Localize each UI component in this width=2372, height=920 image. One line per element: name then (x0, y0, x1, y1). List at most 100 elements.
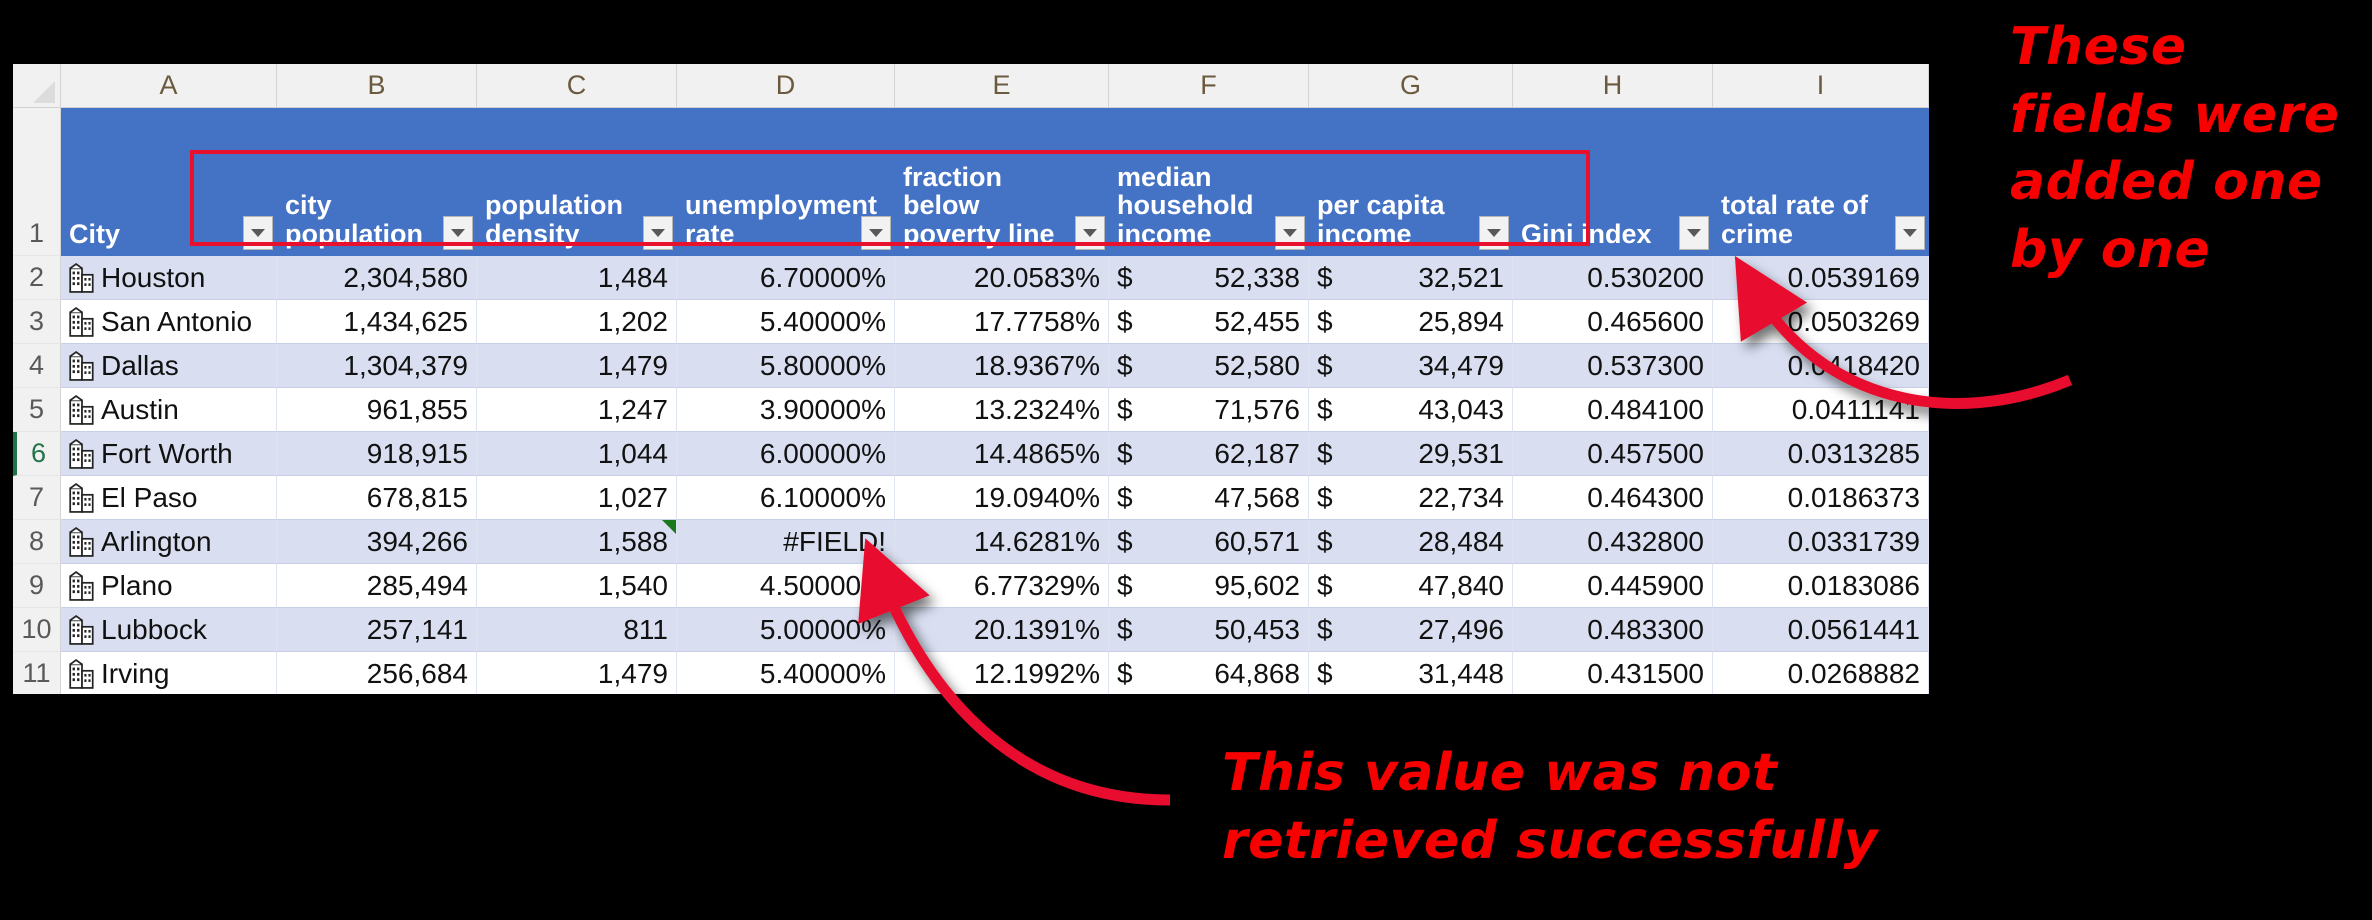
filter-dropdown-icon-median-household-income[interactable] (1275, 216, 1305, 250)
cell-gini-index[interactable]: 0.484100 (1513, 388, 1713, 432)
header-cell-population-density[interactable]: population density (477, 108, 677, 256)
cell-total-rate-of-crime[interactable]: 0.0418420 (1713, 344, 1929, 388)
cell-population-density[interactable]: 1,484 (477, 256, 677, 300)
header-cell-city[interactable]: City (61, 108, 277, 256)
cell-unemployment-rate-error[interactable]: #FIELD! (677, 520, 895, 564)
cell-unemployment-rate[interactable]: 5.00000% (677, 608, 895, 652)
cell-poverty[interactable]: 12.1992% (895, 652, 1109, 694)
column-header-e[interactable]: E (895, 64, 1109, 108)
table-row[interactable]: 8 Arlington 394,266 1,588 #FIELD! 14.6281% $60… (13, 520, 1929, 564)
cell-total-rate-of-crime[interactable]: 0.0503269 (1713, 300, 1929, 344)
cell-per-capita-income[interactable]: $29,531 (1309, 432, 1513, 476)
column-header-h[interactable]: H (1513, 64, 1713, 108)
cell-gini-index[interactable]: 0.464300 (1513, 476, 1713, 520)
cell-unemployment-rate[interactable]: 5.40000% (677, 652, 895, 694)
cell-city[interactable]: Plano (61, 564, 277, 608)
header-cell-unemployment-rate[interactable]: unemployment rate (677, 108, 895, 256)
filter-dropdown-icon-gini-index[interactable] (1679, 216, 1709, 250)
table-row[interactable]: 10 Lubbock 257,141 811 5.00000% 20.1391% $50,4… (13, 608, 1929, 652)
table-row[interactable]: 6 Fort Worth 918,915 1,044 6.00000% 14.4865% $… (13, 432, 1929, 476)
cell-median-household-income[interactable]: $52,455 (1109, 300, 1309, 344)
cell-city[interactable]: El Paso (61, 476, 277, 520)
cell-per-capita-income[interactable]: $34,479 (1309, 344, 1513, 388)
header-cell-median-household-income[interactable]: median household income (1109, 108, 1309, 256)
cell-per-capita-income[interactable]: $22,734 (1309, 476, 1513, 520)
table-row[interactable]: 9 Plano 285,494 1,540 4.50000% 6.77329% $95,60… (13, 564, 1929, 608)
cell-city[interactable]: Houston (61, 256, 277, 300)
cell-per-capita-income[interactable]: $43,043 (1309, 388, 1513, 432)
row-number[interactable]: 7 (13, 476, 61, 520)
cell-population-density[interactable]: 1,247 (477, 388, 677, 432)
cell-per-capita-income[interactable]: $47,840 (1309, 564, 1513, 608)
cell-total-rate-of-crime[interactable]: 0.0411141 (1713, 388, 1929, 432)
cell-per-capita-income[interactable]: $32,521 (1309, 256, 1513, 300)
cell-city[interactable]: San Antonio (61, 300, 277, 344)
cell-population-density[interactable]: 1,202 (477, 300, 677, 344)
cell-poverty[interactable]: 14.4865% (895, 432, 1109, 476)
column-header-c[interactable]: C (477, 64, 677, 108)
cell-gini-index[interactable]: 0.431500 (1513, 652, 1713, 694)
table-row[interactable]: 2 Houston 2,304,580 1,484 6.70000% 20.0583% $5… (13, 256, 1929, 300)
cell-city[interactable]: Dallas (61, 344, 277, 388)
cell-poverty[interactable]: 13.2324% (895, 388, 1109, 432)
cell-population-density[interactable]: 1,027 (477, 476, 677, 520)
table-row[interactable]: 11 Irving 256,684 1,479 5.40000% 12.1992% $64,… (13, 652, 1929, 694)
cell-city-population[interactable]: 285,494 (277, 564, 477, 608)
header-cell-per-capita-income[interactable]: per capita income (1309, 108, 1513, 256)
filter-dropdown-icon-city-population[interactable] (443, 216, 473, 250)
cell-city[interactable]: Lubbock (61, 608, 277, 652)
table-row[interactable]: 4 Dallas 1,304,379 1,479 5.80000% 18.9367% $52… (13, 344, 1929, 388)
cell-median-household-income[interactable]: $47,568 (1109, 476, 1309, 520)
cell-unemployment-rate[interactable]: 5.80000% (677, 344, 895, 388)
row-number-1[interactable]: 1 (13, 108, 61, 256)
cell-gini-index[interactable]: 0.457500 (1513, 432, 1713, 476)
cell-city-population[interactable]: 2,304,580 (277, 256, 477, 300)
cell-population-density[interactable]: 1,044 (477, 432, 677, 476)
filter-dropdown-icon-unemployment-rate[interactable] (861, 216, 891, 250)
cell-unemployment-rate[interactable]: 6.00000% (677, 432, 895, 476)
cell-per-capita-income[interactable]: $31,448 (1309, 652, 1513, 694)
cell-population-density[interactable]: 1,479 (477, 344, 677, 388)
column-header-d[interactable]: D (677, 64, 895, 108)
cell-median-household-income[interactable]: $60,571 (1109, 520, 1309, 564)
cell-city[interactable]: Fort Worth (61, 432, 277, 476)
row-number[interactable]: 11 (13, 652, 61, 694)
table-row[interactable]: 5 Austin 961,855 1,247 3.90000% 13.2324% $71,5… (13, 388, 1929, 432)
cell-city-population[interactable]: 257,141 (277, 608, 477, 652)
cell-city-population[interactable]: 256,684 (277, 652, 477, 694)
cell-city-population[interactable]: 918,915 (277, 432, 477, 476)
row-number[interactable]: 4 (13, 344, 61, 388)
cell-gini-index[interactable]: 0.432800 (1513, 520, 1713, 564)
cell-poverty[interactable]: 6.77329% (895, 564, 1109, 608)
cell-per-capita-income[interactable]: $27,496 (1309, 608, 1513, 652)
cell-total-rate-of-crime[interactable]: 0.0331739 (1713, 520, 1929, 564)
cell-city-population[interactable]: 678,815 (277, 476, 477, 520)
cell-poverty[interactable]: 20.0583% (895, 256, 1109, 300)
cell-poverty[interactable]: 18.9367% (895, 344, 1109, 388)
cell-population-density[interactable]: 1,479 (477, 652, 677, 694)
cell-unemployment-rate[interactable]: 4.50000% (677, 564, 895, 608)
column-header-f[interactable]: F (1109, 64, 1309, 108)
cell-median-household-income[interactable]: $52,580 (1109, 344, 1309, 388)
column-header-a[interactable]: A (61, 64, 277, 108)
row-number[interactable]: 6 (13, 432, 61, 476)
column-header-i[interactable]: I (1713, 64, 1929, 108)
cell-per-capita-income[interactable]: $25,894 (1309, 300, 1513, 344)
row-number[interactable]: 8 (13, 520, 61, 564)
row-number[interactable]: 9 (13, 564, 61, 608)
cell-median-household-income[interactable]: $95,602 (1109, 564, 1309, 608)
cell-median-household-income[interactable]: $71,576 (1109, 388, 1309, 432)
cell-gini-index[interactable]: 0.483300 (1513, 608, 1713, 652)
spreadsheet[interactable]: A B C D E F G H I 1 City city population (13, 64, 1929, 694)
cell-unemployment-rate[interactable]: 6.10000% (677, 476, 895, 520)
cell-poverty[interactable]: 20.1391% (895, 608, 1109, 652)
cell-unemployment-rate[interactable]: 3.90000% (677, 388, 895, 432)
cell-population-density[interactable]: 1,588 (477, 520, 677, 564)
cell-unemployment-rate[interactable]: 5.40000% (677, 300, 895, 344)
cell-gini-index[interactable]: 0.537300 (1513, 344, 1713, 388)
row-number[interactable]: 2 (13, 256, 61, 300)
table-row[interactable]: 7 El Paso 678,815 1,027 6.10000% 19.0940% $47,… (13, 476, 1929, 520)
filter-dropdown-icon-total-rate-of-crime[interactable] (1895, 216, 1925, 250)
cell-gini-index[interactable]: 0.445900 (1513, 564, 1713, 608)
cell-total-rate-of-crime[interactable]: 0.0313285 (1713, 432, 1929, 476)
